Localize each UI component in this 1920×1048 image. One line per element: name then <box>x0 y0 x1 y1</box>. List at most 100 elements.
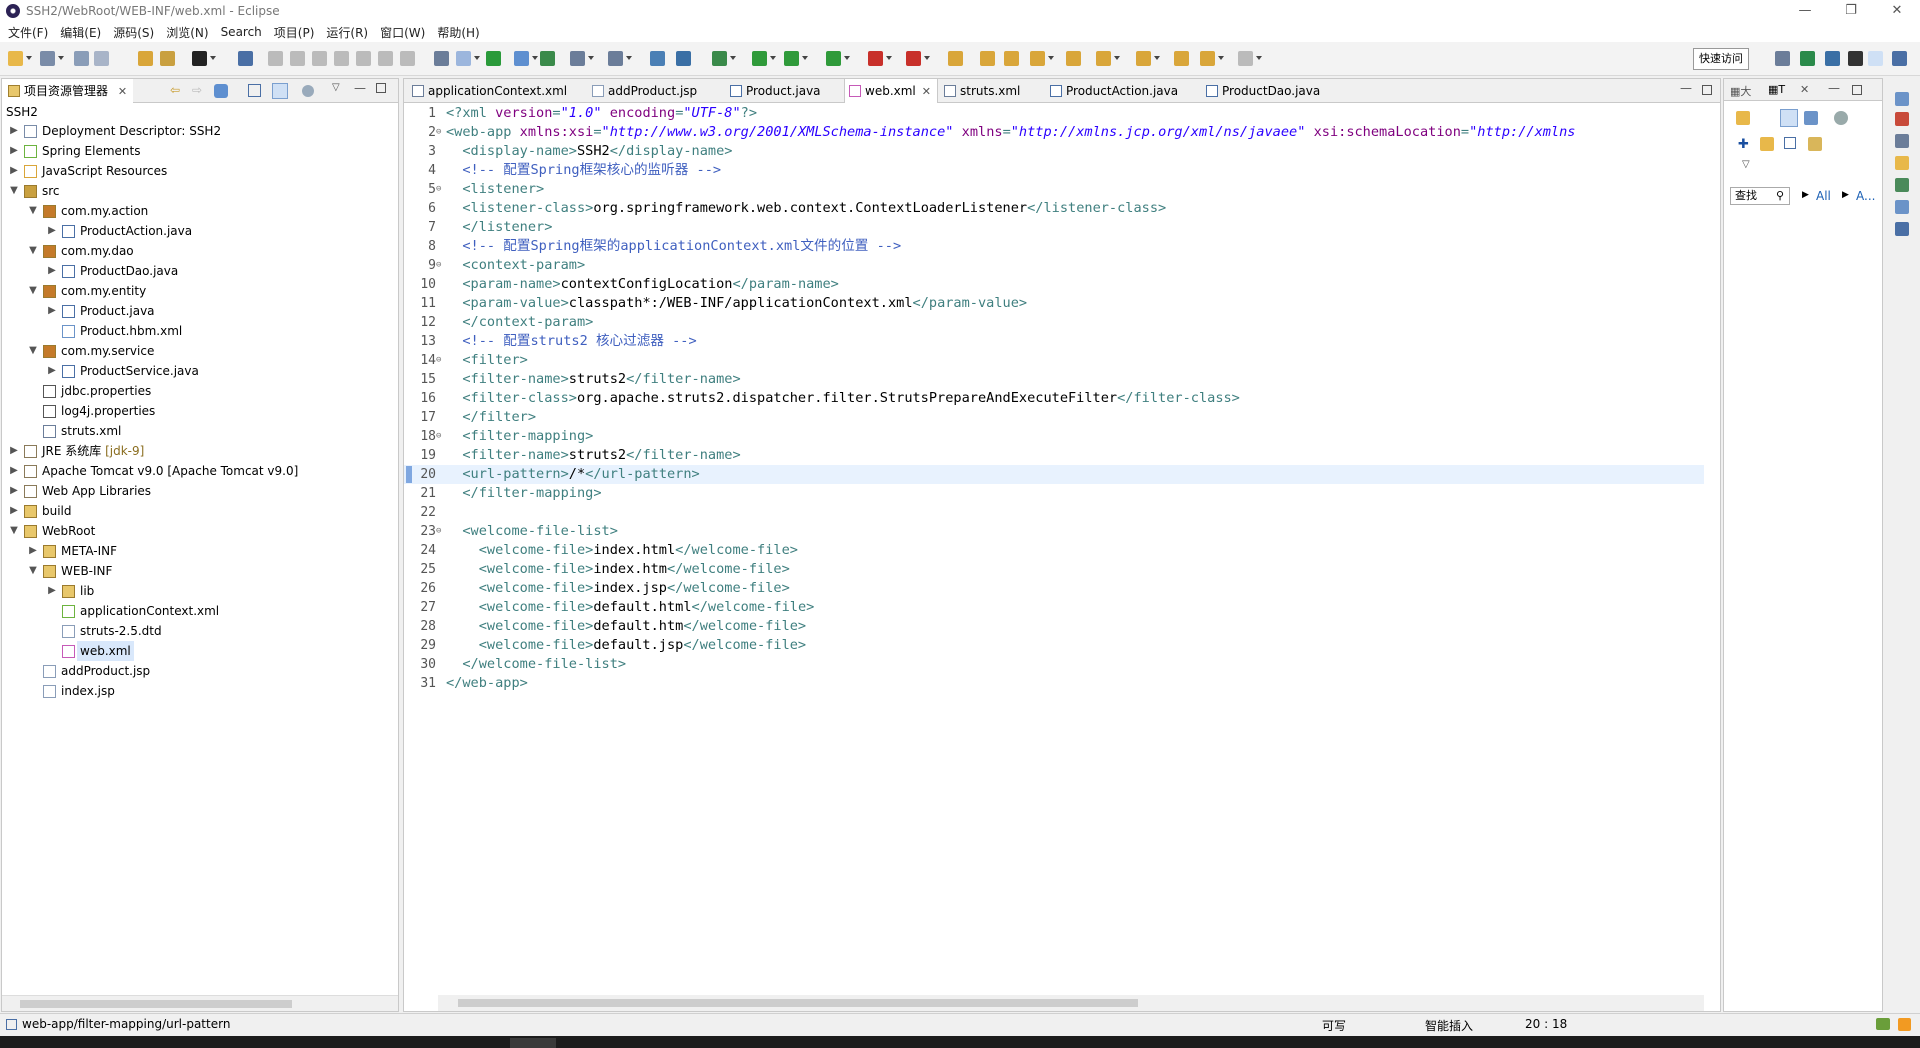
tree-item[interactable]: ▼ com.my.service <box>2 341 398 361</box>
code-line[interactable]: 19 <filter-name>struts2</filter-name> <box>404 446 1704 465</box>
tree-item[interactable]: ▼ com.my.entity <box>2 281 398 301</box>
dropdown-chevron-icon[interactable] <box>474 56 480 60</box>
debug-perspective-icon[interactable] <box>1800 51 1815 66</box>
next-annotation-icon[interactable] <box>1096 51 1111 66</box>
restore-icon[interactable]: ❐ <box>1828 0 1874 22</box>
filter-activate-link[interactable]: A... <box>1856 189 1875 203</box>
forward-arrow-icon[interactable]: ⇨ <box>192 83 202 97</box>
filter-all-link[interactable]: All <box>1816 189 1831 203</box>
console-icon[interactable] <box>1895 112 1909 126</box>
tree-item[interactable]: struts-2.5.dtd <box>2 621 398 641</box>
dropdown-chevron-icon[interactable] <box>730 56 736 60</box>
collapse-all-icon[interactable] <box>248 84 261 97</box>
tab-outline-t[interactable]: ▦T <box>1768 83 1785 96</box>
tree-item[interactable]: ▶ build <box>2 501 398 521</box>
close-icon[interactable]: ✕ <box>1800 83 1809 96</box>
dropdown-chevron-icon[interactable] <box>532 56 538 60</box>
disconnect-icon[interactable] <box>334 51 349 66</box>
code-line[interactable]: 6 <listener-class>org.springframework.we… <box>404 199 1704 218</box>
expand-arrow-icon[interactable]: ▶ <box>1802 190 1809 200</box>
code-line[interactable]: 4 <!-- 配置Spring框架核心的监听器 --> <box>404 161 1704 180</box>
code-line[interactable]: 8 <!-- 配置Spring框架的applicationContext.xml… <box>404 237 1704 256</box>
link-with-editor-icon[interactable] <box>272 83 288 99</box>
code-line[interactable]: 13 <!-- 配置struts2 核心过滤器 --> <box>404 332 1704 351</box>
editor-tab-applicationcontext-xml[interactable]: applicationContext.xml <box>408 79 586 103</box>
dropdown-chevron-icon[interactable] <box>626 56 632 60</box>
tree-item[interactable]: ▼ src <box>2 181 398 201</box>
code-line[interactable]: 5 ⊖ <listener> <box>404 180 1704 199</box>
chevron-right-icon[interactable]: ▶ <box>8 481 20 501</box>
code-line[interactable]: 31 </web-app> <box>404 674 1704 693</box>
minimize-view-icon[interactable]: — <box>1828 81 1840 95</box>
code-line[interactable]: 14 ⊖ <filter> <box>404 351 1704 370</box>
editor-vertical-scrollbar[interactable] <box>1704 104 1720 995</box>
tab-project-explorer[interactable]: 项目资源管理器 ✕ <box>2 79 134 103</box>
chevron-down-icon[interactable]: ▼ <box>27 561 39 581</box>
java-perspective-icon[interactable] <box>1868 51 1883 66</box>
code-line[interactable]: 26 <welcome-file>index.jsp</welcome-file… <box>404 579 1704 598</box>
chevron-right-icon[interactable]: ▶ <box>46 581 58 601</box>
collapse-outline-icon[interactable] <box>1784 137 1796 149</box>
sync-icon[interactable] <box>1834 111 1848 125</box>
maximize-view-icon[interactable] <box>376 83 386 93</box>
code-line[interactable]: 16 <filter-class>org.apache.struts2.disp… <box>404 389 1704 408</box>
chevron-down-icon[interactable]: ▼ <box>27 341 39 361</box>
menu-item-2[interactable]: 源码(S) <box>107 24 160 41</box>
tree-item[interactable]: web.xml <box>2 641 398 661</box>
problems-icon[interactable] <box>1895 134 1909 148</box>
dropdown-chevron-icon[interactable] <box>1154 56 1160 60</box>
editor-tab-web-xml[interactable]: web.xml ✕ <box>844 79 938 103</box>
debug-icon[interactable] <box>712 51 727 66</box>
tree-item[interactable]: ▼ com.my.dao <box>2 241 398 261</box>
editor-tab-addproduct-jsp[interactable]: addProduct.jsp <box>588 79 724 103</box>
menu-item-0[interactable]: 文件(F) <box>2 24 54 41</box>
new-icon[interactable] <box>8 51 23 66</box>
tree-item[interactable]: ▶ Deployment Descriptor: SSH2 <box>2 121 398 141</box>
profile-icon[interactable] <box>192 51 207 66</box>
dropdown-chevron-icon[interactable] <box>1114 56 1120 60</box>
code-line[interactable]: 15 <filter-name>struts2</filter-name> <box>404 370 1704 389</box>
chevron-right-icon[interactable]: ▶ <box>27 541 39 561</box>
new-class-icon[interactable] <box>1004 51 1019 66</box>
minimize-editor-icon[interactable]: — <box>1680 81 1692 95</box>
link-editor-icon[interactable] <box>214 84 228 98</box>
tree-item[interactable]: ▶ Spring Elements <box>2 141 398 161</box>
mark-occurrences-icon[interactable] <box>456 51 471 66</box>
prev-annotation-icon[interactable] <box>1136 51 1151 66</box>
dropdown-chevron-icon[interactable] <box>886 56 892 60</box>
code-line[interactable]: 9 ⊖ <context-param> <box>404 256 1704 275</box>
servers-icon[interactable] <box>1895 156 1909 170</box>
code-line[interactable]: 12 </context-param> <box>404 313 1704 332</box>
tree-item[interactable]: ▶ Web App Libraries <box>2 481 398 501</box>
chevron-right-icon[interactable]: ▶ <box>46 361 58 381</box>
code-line[interactable]: 29 <welcome-file>default.jsp</welcome-fi… <box>404 636 1704 655</box>
chevron-down-icon[interactable]: ▼ <box>27 241 39 261</box>
save-all-icon[interactable] <box>94 51 109 66</box>
skip-breakpoints-icon[interactable] <box>238 51 253 66</box>
tree-item[interactable]: ▶ ProductDao.java <box>2 261 398 281</box>
restore-stack-icon[interactable] <box>1895 92 1909 106</box>
tree-item[interactable]: ▼ WebRoot <box>2 521 398 541</box>
code-line[interactable]: 20 <url-pattern>/*</url-pattern> <box>404 465 1704 484</box>
print-icon[interactable] <box>160 51 175 66</box>
code-line[interactable]: 18 ⊖ <filter-mapping> <box>404 427 1704 446</box>
code-line[interactable]: 27 <welcome-file>default.html</welcome-f… <box>404 598 1704 617</box>
code-line[interactable]: 22 <box>404 503 1704 522</box>
search-icon[interactable] <box>1066 51 1081 66</box>
show-whitespace-icon[interactable] <box>514 51 529 66</box>
quick-access-field[interactable]: 快速访问 <box>1693 48 1749 70</box>
tree-item[interactable]: Product.hbm.xml <box>2 321 398 341</box>
menu-item-8[interactable]: 帮助(H) <box>431 24 485 41</box>
step-return-icon[interactable] <box>400 51 415 66</box>
explorer-horizontal-scrollbar[interactable] <box>2 995 398 1011</box>
tree-item[interactable]: ▶ Product.java <box>2 301 398 321</box>
editor-tab-productdao-java[interactable]: ProductDao.java <box>1202 79 1342 103</box>
chevron-down-icon[interactable]: ▼ <box>8 521 20 541</box>
forward-icon[interactable] <box>1238 51 1253 66</box>
close-icon[interactable]: ✕ <box>118 85 127 98</box>
menu-item-7[interactable]: 窗口(W) <box>374 24 431 41</box>
tree-item[interactable]: index.jsp <box>2 681 398 701</box>
chevron-right-icon[interactable]: ▶ <box>8 161 20 181</box>
filter-icon[interactable] <box>302 85 314 97</box>
code-line[interactable]: 7 </listener> <box>404 218 1704 237</box>
